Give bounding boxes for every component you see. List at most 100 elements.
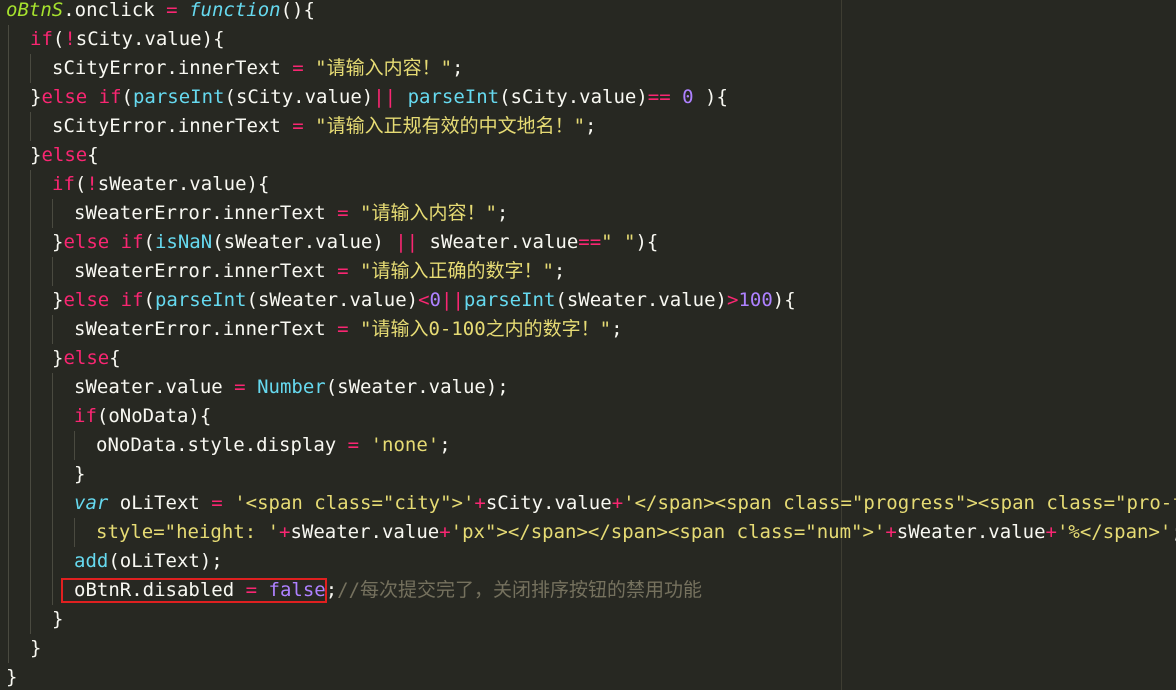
code-line[interactable]: }else if(parseInt(sWeater.value)<0||pars…: [0, 286, 1176, 315]
code-line[interactable]: sWeater.value = Number(sWeater.value);: [0, 373, 1176, 402]
code-token: (sWeater.value): [246, 289, 419, 311]
code-editor[interactable]: oBtnS.onclick = function(){if(!sCity.val…: [0, 0, 1176, 690]
code-token: "请输入正确的数字！": [360, 260, 554, 282]
code-token: else if: [63, 289, 144, 311]
code-text: }else if(isNaN(sWeater.value) || sWeater…: [52, 228, 658, 257]
code-line[interactable]: sCityError.innerText = "请输入正规有效的中文地名！";: [0, 112, 1176, 141]
indent-guide: [30, 489, 31, 518]
code-token: }: [30, 86, 42, 108]
indent-guide: [74, 431, 75, 460]
code-token: +: [474, 492, 486, 514]
code-token: isNaN: [154, 231, 213, 253]
code-text: sWeater.value = Number(sWeater.value);: [74, 373, 509, 402]
code-line[interactable]: }: [0, 460, 1176, 489]
indent-guide: [52, 431, 53, 460]
code-token: =: [234, 376, 246, 398]
code-line[interactable]: var oLiText = '<span class="city">'+sCit…: [0, 489, 1176, 518]
code-token: sWeater.value){: [97, 173, 270, 195]
code-token: Number: [257, 376, 326, 398]
indent-guide: [8, 518, 9, 547]
code-token: (sCity.value): [499, 86, 648, 108]
indent-guide: [52, 518, 53, 547]
code-token: '</span><span class="progress"><span cla…: [623, 492, 1176, 514]
code-line[interactable]: }: [0, 634, 1176, 663]
indent-guide: [8, 286, 9, 315]
code-token: 0: [429, 289, 441, 311]
indent-guide: [8, 634, 9, 663]
indent-guide: [30, 605, 31, 634]
code-text: }: [52, 605, 63, 634]
code-token: +: [1045, 521, 1057, 543]
code-token: style="height: ': [96, 521, 280, 543]
code-token: (oNoData){: [96, 405, 212, 427]
code-text: sWeaterError.innerText = "请输入正确的数字！";: [74, 257, 565, 286]
code-text: if(!sCity.value){: [30, 25, 225, 54]
code-text: sCityError.innerText = "请输入内容！";: [52, 54, 463, 83]
code-line[interactable]: style="height: '+sWeater.value+'px"></sp…: [0, 518, 1176, 547]
indent-guide: [30, 460, 31, 489]
code-token: '%</span>': [1056, 521, 1172, 543]
code-token: ==: [578, 231, 602, 253]
code-line[interactable]: sWeaterError.innerText = "请输入内容！";: [0, 199, 1176, 228]
code-line[interactable]: }else{: [0, 344, 1176, 373]
code-token: ){: [693, 86, 728, 108]
code-line[interactable]: if(!sWeater.value){: [0, 170, 1176, 199]
code-line[interactable]: oNoData.style.display = 'none';: [0, 431, 1176, 460]
code-token: <: [418, 289, 430, 311]
code-text: sCityError.innerText = "请输入正规有效的中文地名！";: [52, 112, 596, 141]
indent-guide: [30, 373, 31, 402]
code-token: ||: [441, 289, 464, 311]
code-token: =: [337, 202, 349, 224]
code-line[interactable]: if(oNoData){: [0, 402, 1176, 431]
code-line[interactable]: if(!sCity.value){: [0, 25, 1176, 54]
indent-guide: [30, 112, 31, 141]
indent-guide: [30, 54, 31, 83]
code-token: else: [41, 144, 88, 166]
code-line[interactable]: sWeaterError.innerText = "请输入正确的数字！";: [0, 257, 1176, 286]
code-token: sCityError.innerText: [52, 57, 293, 79]
code-token: =: [337, 260, 349, 282]
code-token: oNoData.style.display: [96, 434, 348, 456]
code-token: else if: [63, 231, 144, 253]
code-line[interactable]: }: [0, 663, 1176, 690]
code-token: ;: [496, 202, 509, 224]
indent-guide: [52, 402, 53, 431]
code-token: (: [52, 28, 65, 50]
indent-guide: [30, 402, 31, 431]
code-token: }: [52, 289, 64, 311]
indent-guide: [8, 199, 9, 228]
code-text: }else{: [52, 344, 121, 373]
code-token: =: [337, 318, 349, 340]
code-token: }: [52, 347, 64, 369]
code-line[interactable]: sWeaterError.innerText = "请输入0-100之内的数字！…: [0, 315, 1176, 344]
code-token: parseInt: [463, 289, 556, 311]
indent-guide: [8, 257, 9, 286]
code-line[interactable]: }else if(isNaN(sWeater.value) || sWeater…: [0, 228, 1176, 257]
code-text: add(oLiText);: [74, 547, 223, 576]
code-token: sWeater.value: [290, 521, 440, 543]
code-text: oBtnS.onclick = function(){: [6, 0, 315, 25]
indent-guide: [8, 605, 9, 634]
code-token: 'none': [370, 434, 440, 456]
code-text: }: [6, 663, 17, 690]
indent-guide: [52, 199, 53, 228]
code-line[interactable]: oBtnS.onclick = function(){: [0, 0, 1176, 25]
indent-guide: [30, 518, 31, 547]
code-line[interactable]: }else if(parseInt(sCity.value)|| parseIn…: [0, 83, 1176, 112]
code-line[interactable]: }: [0, 605, 1176, 634]
code-token: .onclick: [63, 0, 167, 21]
code-token: '<span class="city">': [234, 492, 475, 514]
code-line[interactable]: sCityError.innerText = "请输入内容！";: [0, 54, 1176, 83]
code-token: add: [74, 550, 109, 572]
code-line[interactable]: add(oLiText);: [0, 547, 1176, 576]
code-line[interactable]: }else{: [0, 141, 1176, 170]
code-token: if: [30, 28, 53, 50]
indent-guide: [8, 112, 9, 141]
